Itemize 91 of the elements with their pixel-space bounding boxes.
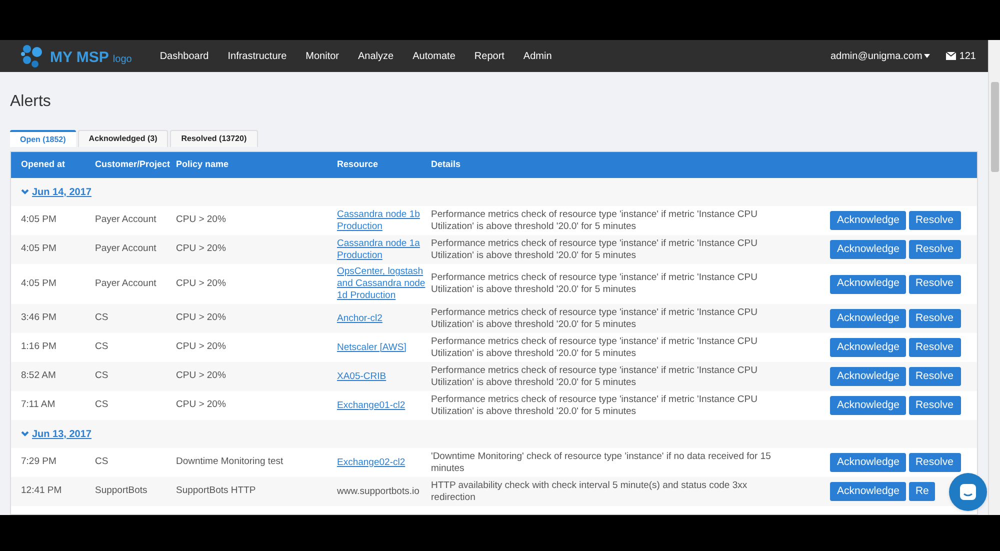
table-cell-text: 4:05 PM [21, 242, 58, 256]
table-cell-text: HTTP availability check with check interval 5 minute(s) and status code 3xx redirection [431, 480, 748, 504]
table-cell-text: Performance metrics check of resource type 'instance' if metric 'Instance CPU Utilization' is above threshold '20.0' for 5 minutes [431, 364, 758, 388]
table-cell-text: 1:16 PM [21, 340, 58, 354]
resource-link[interactable]: Anchor-cl2 [337, 312, 431, 324]
table-cell-text: CS [95, 369, 110, 384]
resolve-button[interactable]: Resolve [909, 240, 962, 259]
user-menu[interactable]: admin@unigma.com [830, 48, 930, 64]
table-cell-text: CPU > 20% [176, 311, 227, 326]
resolve-button[interactable]: Resolve [909, 453, 962, 472]
table-cell-text: 8:52 AM [21, 369, 57, 384]
table-cell-text: CS [95, 455, 110, 470]
nav-link[interactable]: Admin [523, 48, 552, 64]
tab[interactable]: Acknowledged (3) [78, 130, 168, 147]
table-cell-text: Performance metrics check of resource type 'instance' if metric 'Instance CPU Utilization' is above threshold '20.0' for 5 minutes [431, 306, 758, 330]
table-cell-text: CPU > 20% [176, 276, 227, 291]
column-header: Customer/Project [95, 158, 172, 172]
nav-link[interactable]: Analyze [358, 48, 394, 64]
table-cell-text: 4:05 PM [21, 276, 58, 291]
table-cell-text: Performance metrics check of resource type 'instance' if metric 'Instance CPU Utilization' is above threshold '20.0' for 5 minutes [431, 336, 758, 360]
resolve-button[interactable]: Resolve [909, 309, 962, 328]
table-cell-text: Payer Account [95, 242, 158, 256]
table-cell-text: Downtime Monitoring test [176, 455, 284, 470]
column-header: Opened at [21, 158, 66, 172]
chevron-down-icon [21, 189, 29, 195]
resolve-button[interactable]: Resolve [909, 367, 962, 386]
acknowledge-button[interactable]: Acknowledge [830, 274, 906, 294]
column-header: Details [431, 158, 462, 172]
table-cell-text: Performance metrics check of resource type 'instance' if metric 'Instance CPU Utilization' is above threshold '20.0' for 5 minutes [431, 272, 758, 296]
resource-link[interactable]: Exchange02-cl2 [337, 456, 431, 468]
resource-link[interactable]: OpsCenter, logstash and Cassandra node 1d Production [337, 266, 431, 302]
table-cell-text: CPU > 20% [176, 213, 227, 228]
table-cell-text: Payer Account [95, 213, 158, 228]
page-title: Alerts [10, 92, 52, 112]
table-cell-text: 7:11 AM [21, 398, 56, 412]
date-group-toggle[interactable]: Jun 13, 2017 [21, 426, 92, 442]
messages-button[interactable]: 121 [946, 48, 976, 64]
logo-text: MY MSP [50, 50, 109, 65]
chat-icon [959, 483, 977, 501]
resolve-button[interactable]: Resolve [909, 338, 962, 357]
nav-link[interactable]: Infrastructure [228, 48, 287, 64]
table-cell-text: CS [95, 398, 110, 412]
acknowledge-button[interactable]: Acknowledge [830, 211, 906, 230]
table-cell-text: CS [95, 340, 110, 354]
table-cell-text: CPU > 20% [176, 398, 227, 412]
envelope-icon [946, 52, 956, 60]
table-cell-text: 'Downtime Monitoring' check of resource type 'instance' if no data received for 15 minutes [431, 450, 772, 474]
resolve-button[interactable]: Resolve [909, 274, 962, 294]
acknowledge-button[interactable]: Acknowledge [830, 396, 906, 415]
column-header: Resource [337, 158, 380, 172]
table-cell-text: Payer Account [95, 276, 158, 291]
acknowledge-button[interactable]: Acknowledge [830, 367, 906, 386]
table-cell-text: 3:46 PM [21, 311, 58, 326]
table-cell-text: 12:41 PM [21, 484, 63, 498]
chevron-down-icon [21, 431, 29, 437]
resource-link[interactable]: Cassandra node 1a Production [337, 238, 431, 262]
column-header: Policy name [176, 158, 230, 172]
table-cell-text: 7:29 PM [21, 455, 58, 470]
table-cell-text: 4:05 PM [21, 213, 58, 228]
resolve-button[interactable]: Resolve [909, 211, 962, 230]
table-cell-text: CPU > 20% [176, 369, 227, 384]
tab[interactable]: Resolved (13720) [170, 130, 258, 147]
resource-link[interactable]: Netscaler [AWS] [337, 342, 431, 354]
scrollbar[interactable] [988, 40, 1000, 515]
acknowledge-button[interactable]: Acknowledge [830, 482, 906, 501]
tab[interactable]: Open (1852) [10, 130, 76, 147]
logo-suffix: logo [112, 55, 132, 65]
table-cell-text: Performance metrics check of resource type 'instance' if metric 'Instance CPU Utilization' is above threshold '20.0' for 5 minutes [431, 238, 758, 262]
acknowledge-button[interactable]: Acknowledge [830, 309, 906, 328]
acknowledge-button[interactable]: Acknowledge [830, 240, 906, 259]
nav-link[interactable]: Monitor [306, 48, 340, 64]
table-cell-text: Performance metrics check of resource type 'instance' if metric 'Instance CPU Utilization' is above threshold '20.0' for 5 minutes [431, 394, 758, 418]
resolve-button[interactable]: Re [909, 482, 935, 501]
acknowledge-button[interactable]: Acknowledge [830, 338, 906, 357]
resource-link[interactable]: Cassandra node 1b Production [337, 208, 431, 232]
acknowledge-button[interactable]: Acknowledge [830, 453, 906, 472]
table-cell-text: www.supportbots.io [337, 486, 420, 498]
table-cell-text: SupportBots HTTP [176, 484, 257, 498]
resolve-button[interactable]: Resolve [909, 396, 962, 415]
date-group-toggle[interactable]: Jun 14, 2017 [21, 184, 92, 200]
nav-link[interactable]: Report [474, 48, 504, 64]
resource-link[interactable]: XA05-CRIB [337, 370, 431, 382]
table-cell-text: Performance metrics check of resource type 'instance' if metric 'Instance CPU Utilization' is above threshold '20.0' for 5 minutes [431, 208, 758, 232]
table-cell-text: CPU > 20% [176, 242, 227, 256]
nav-link[interactable]: Automate [412, 48, 456, 64]
caret-icon [924, 54, 930, 58]
resource-link[interactable]: Exchange01-cl2 [337, 400, 431, 412]
table-cell-text: CPU > 20% [176, 340, 227, 354]
nav-link[interactable]: Dashboard [160, 48, 209, 64]
table-cell-text: CS [95, 311, 110, 326]
table-cell-text: SupportBots [95, 484, 148, 498]
